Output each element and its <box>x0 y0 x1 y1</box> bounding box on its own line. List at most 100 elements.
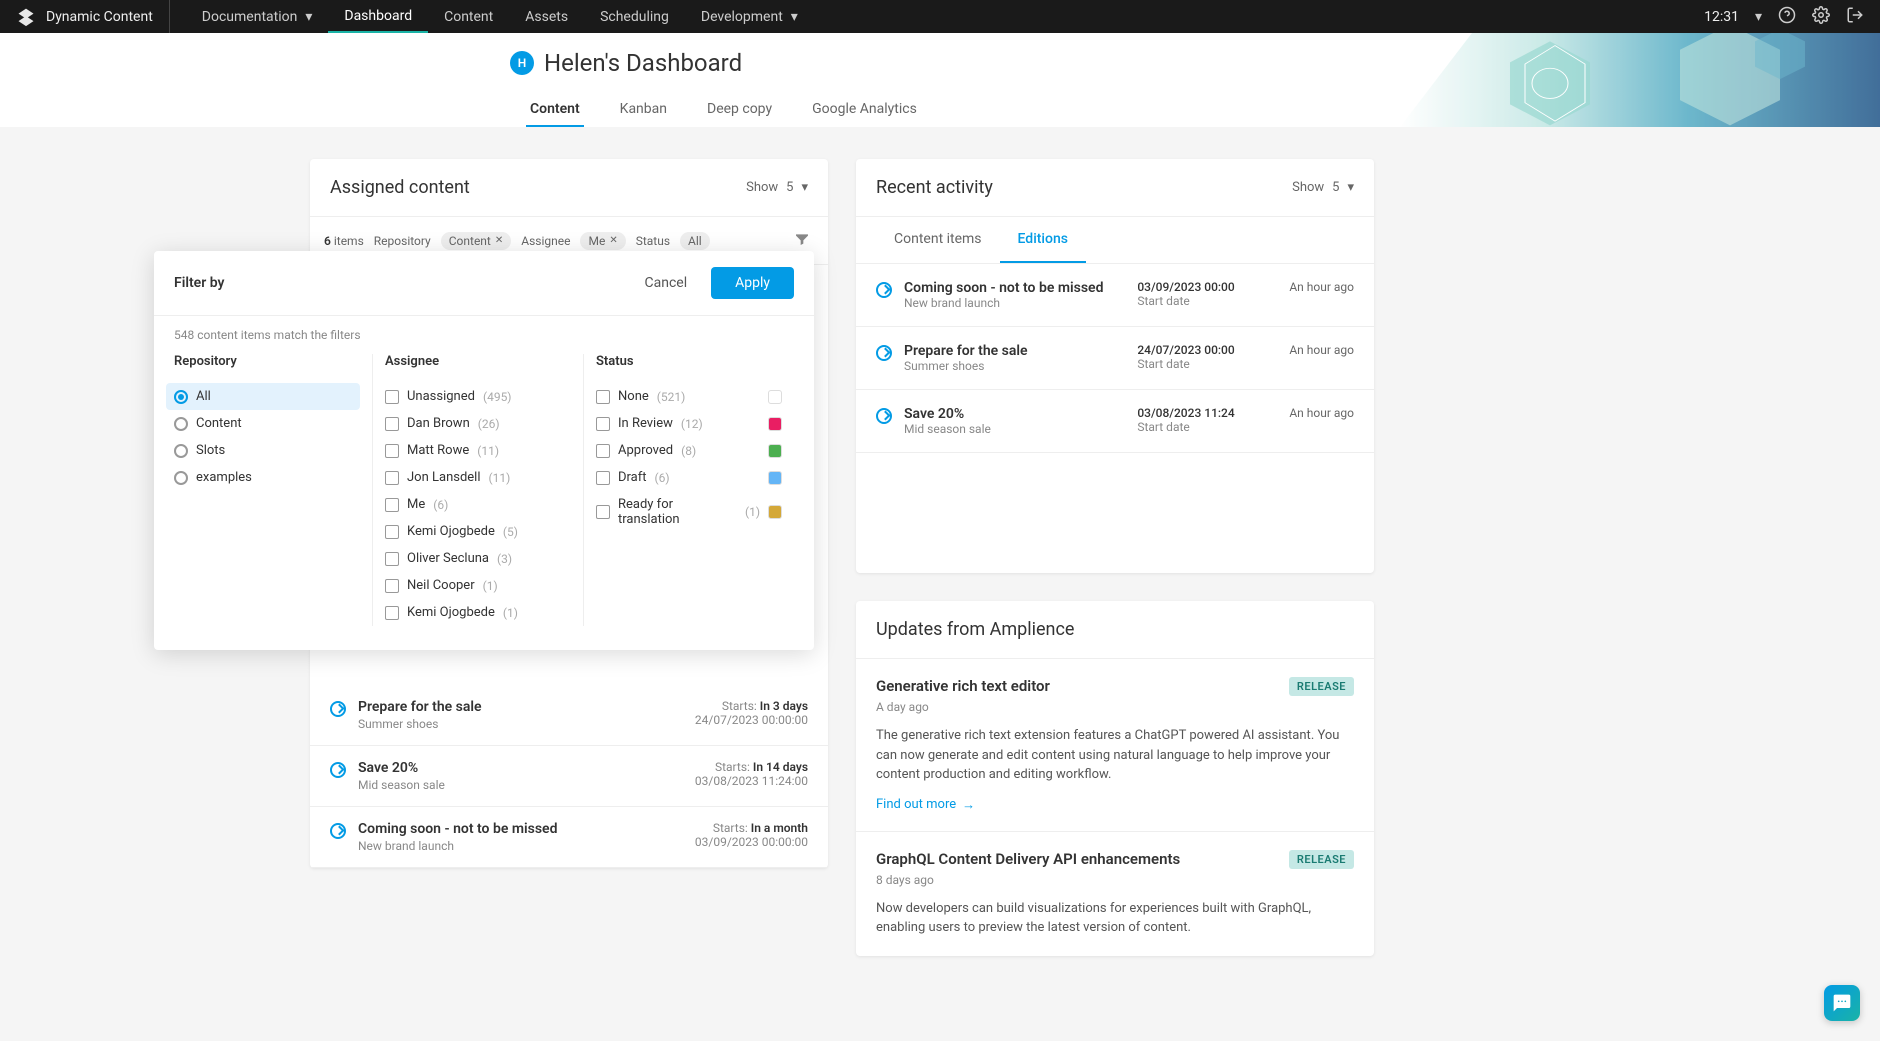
show-count-selector[interactable]: Show 5 ▾ <box>746 180 808 195</box>
tab-content-items[interactable]: Content items <box>876 217 1000 263</box>
cancel-button[interactable]: Cancel <box>632 267 699 299</box>
tab-google-analytics[interactable]: Google Analytics <box>808 93 921 127</box>
checkbox-status[interactable]: In Review (12) <box>596 410 782 437</box>
nav-label: Assets <box>525 9 568 25</box>
update-body: The generative rich text extension featu… <box>876 726 1354 785</box>
checkbox-status[interactable]: Ready for translation (1) <box>596 491 782 533</box>
checkbox-assignee[interactable]: Kemi Ojogbede (5) <box>385 518 571 545</box>
filter-status-label: Status <box>636 234 670 248</box>
clock-icon <box>330 762 346 778</box>
nav-content[interactable]: Content <box>428 0 509 33</box>
scheduled-subtitle: New brand launch <box>358 839 683 853</box>
update-title: GraphQL Content Delivery API enhancement… <box>876 850 1180 868</box>
checkbox-icon <box>385 444 399 458</box>
page-title: Helen's Dashboard <box>544 49 742 77</box>
card-title: Assigned content <box>330 177 470 198</box>
find-out-more-link[interactable]: Find out more → <box>876 797 975 813</box>
checkbox-assignee[interactable]: Dan Brown (26) <box>385 410 571 437</box>
tab-kanban[interactable]: Kanban <box>616 93 671 127</box>
status-swatch <box>768 444 782 458</box>
chevron-down-icon: ▾ <box>1347 180 1354 195</box>
tab-content[interactable]: Content <box>526 93 584 127</box>
filter-icon[interactable] <box>790 227 814 254</box>
recent-date-label: Start date <box>1137 357 1277 371</box>
checkbox-icon <box>385 417 399 431</box>
page-header: H Helen's Dashboard Content Kanban Deep … <box>0 33 1880 127</box>
clock-icon <box>876 408 892 424</box>
tab-deep-copy[interactable]: Deep copy <box>703 93 776 127</box>
gear-icon[interactable] <box>1812 6 1830 28</box>
update-title: Generative rich text editor <box>876 677 1050 695</box>
nav-scheduling[interactable]: Scheduling <box>584 0 685 33</box>
checkbox-assignee[interactable]: Neil Cooper (1) <box>385 572 571 599</box>
checkbox-icon <box>596 390 610 404</box>
filter-chip-assignee[interactable]: Me✕ <box>580 232 625 250</box>
scheduled-title: Coming soon - not to be missed <box>358 821 683 837</box>
status-swatch <box>768 471 782 485</box>
status-swatch <box>768 390 782 404</box>
filter-chip-repository[interactable]: Content✕ <box>441 232 512 250</box>
recent-title: Prepare for the sale <box>904 343 1125 359</box>
nav-label: Scheduling <box>600 9 669 25</box>
checkbox-status[interactable]: None (521) <box>596 383 782 410</box>
nav-dashboard[interactable]: Dashboard <box>328 0 428 33</box>
checkbox-assignee[interactable]: Kemi Ojogbede (1) <box>385 599 571 626</box>
update-time: A day ago <box>876 700 1354 714</box>
scheduled-item[interactable]: Prepare for the sale Summer shoes Starts… <box>310 685 828 746</box>
release-badge: RELEASE <box>1289 850 1354 869</box>
help-icon[interactable] <box>1778 6 1796 28</box>
chevron-down-icon: ▾ <box>801 180 808 195</box>
checkbox-assignee[interactable]: Oliver Secluna (3) <box>385 545 571 572</box>
radio-examples[interactable]: examples <box>174 464 360 491</box>
scheduled-subtitle: Summer shoes <box>358 717 683 731</box>
close-icon[interactable]: ✕ <box>495 235 503 246</box>
recent-item[interactable]: Prepare for the sale Summer shoes 24/07/… <box>856 327 1374 390</box>
filter-chip-status[interactable]: All <box>680 232 710 250</box>
divider <box>169 0 170 33</box>
recent-subtitle: Summer shoes <box>904 359 1125 373</box>
match-count: 548 content items match the filters <box>154 316 814 354</box>
recent-date: 03/09/2023 00:00 <box>1137 280 1277 294</box>
checkbox-assignee[interactable]: Unassigned (495) <box>385 383 571 410</box>
nav-assets[interactable]: Assets <box>509 0 584 33</box>
checkbox-icon <box>596 505 610 519</box>
checkbox-assignee[interactable]: Jon Lansdell (11) <box>385 464 571 491</box>
checkbox-icon <box>385 579 399 593</box>
card-title: Updates from Amplience <box>876 619 1074 640</box>
show-count-selector[interactable]: Show 5 ▾ <box>1292 180 1354 195</box>
radio-slots[interactable]: Slots <box>174 437 360 464</box>
chat-fab[interactable] <box>1824 985 1860 1021</box>
recent-time: An hour ago <box>1289 280 1354 294</box>
topbar: Dynamic Content Documentation ▾ Dashboar… <box>0 0 1880 33</box>
apply-button[interactable]: Apply <box>711 267 794 299</box>
close-icon[interactable]: ✕ <box>609 235 617 246</box>
checkbox-assignee[interactable]: Matt Rowe (11) <box>385 437 571 464</box>
filter-col-status: Status None (521)In Review (12)Approved … <box>584 354 794 626</box>
nav-development[interactable]: Development ▾ <box>685 0 814 33</box>
brand-logo-icon <box>16 7 36 27</box>
recent-subtitle: Mid season sale <box>904 422 1125 436</box>
radio-all[interactable]: All <box>166 383 360 410</box>
chevron-down-icon: ▾ <box>305 9 312 25</box>
chevron-down-icon[interactable]: ▾ <box>1755 9 1762 25</box>
clock-time: 12:31 <box>1704 9 1739 25</box>
radio-icon <box>174 417 188 431</box>
tab-editions[interactable]: Editions <box>1000 217 1086 263</box>
checkbox-status[interactable]: Approved (8) <box>596 437 782 464</box>
update-item: GraphQL Content Delivery API enhancement… <box>856 832 1374 956</box>
nav-documentation[interactable]: Documentation ▾ <box>186 0 329 33</box>
recent-item[interactable]: Coming soon - not to be missed New brand… <box>856 264 1374 327</box>
recent-item[interactable]: Save 20% Mid season sale 03/08/2023 11:2… <box>856 390 1374 453</box>
checkbox-status[interactable]: Draft (6) <box>596 464 782 491</box>
brand-name: Dynamic Content <box>46 9 153 25</box>
update-body: Now developers can build visualizations … <box>876 899 1354 938</box>
scheduled-item[interactable]: Coming soon - not to be missed New brand… <box>310 807 828 868</box>
recent-title: Save 20% <box>904 406 1125 422</box>
checkbox-assignee[interactable]: Me (6) <box>385 491 571 518</box>
chevron-down-icon: ▾ <box>791 9 798 25</box>
filter-col-repository: Repository All Content Slots examples <box>174 354 373 626</box>
logout-icon[interactable] <box>1846 6 1864 28</box>
radio-content[interactable]: Content <box>174 410 360 437</box>
scheduled-item[interactable]: Save 20% Mid season sale Starts: In 14 d… <box>310 746 828 807</box>
status-swatch <box>768 417 782 431</box>
